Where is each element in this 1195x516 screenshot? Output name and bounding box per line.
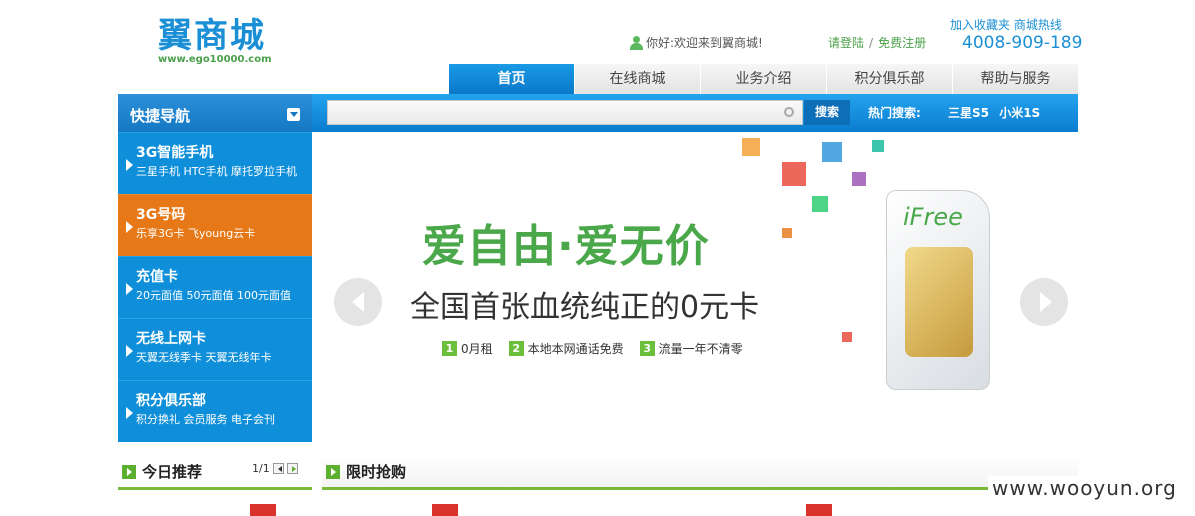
sim-card-image: iFree — [886, 190, 990, 390]
sidebar-item-sub: 积分换礼 会员服务 电子会刊 — [136, 413, 275, 426]
banner-features: 1 0月租 2 本地本网通话免费 3 流量一年不清零 — [442, 340, 743, 357]
logo-url: www.ego10000.com — [158, 54, 272, 65]
pager-prev-button[interactable] — [272, 463, 284, 474]
decor-cube — [852, 172, 866, 186]
sidebar-item-title: 3G号码 — [136, 207, 186, 223]
register-link[interactable]: 免费注册 — [878, 36, 926, 50]
decor-cube — [782, 162, 806, 186]
sidebar-item-points-club[interactable]: 积分俱乐部 积分换礼 会员服务 电子会刊 — [118, 380, 312, 442]
welcome-message: 你好:欢迎来到翼商城! — [630, 34, 763, 51]
feature-item: 1 0月租 — [442, 340, 493, 357]
feature-item: 2 本地本网通话免费 — [508, 340, 624, 357]
hotline-label: 商城热线 — [1013, 18, 1062, 32]
banner-subslogan: 全国首张血统纯正的0元卡 — [410, 290, 760, 325]
sidebar-item-sub: 三星手机 HTC手机 摩托罗拉手机 — [136, 165, 298, 178]
decor-cube — [872, 140, 884, 152]
sidebar-item-sub: 乐享3G卡 飞young云卡 — [136, 227, 256, 240]
watermark: www.wooyun.org — [988, 476, 1181, 500]
auth-separator: / — [869, 36, 874, 50]
sidebar-item-title: 3G智能手机 — [136, 145, 214, 161]
flash-sale-header: 限时抢购 — [322, 456, 1078, 490]
feature-number: 3 — [639, 341, 655, 356]
main-nav: 首页 在线商城 业务介绍 积分俱乐部 帮助与服务 — [448, 64, 1078, 94]
promo-banner[interactable]: 爱自由·爱无价 全国首张血统纯正的0元卡 1 0月租 2 本地本网通话免费 3 流量一… — [312, 132, 1078, 454]
feature-number: 2 — [508, 341, 524, 356]
hot-search-links: 三星S5 小米1S — [948, 104, 1046, 121]
hot-search-label: 热门搜索: — [868, 106, 921, 120]
pager-text: 1/1 — [252, 462, 270, 475]
decor-cube — [822, 142, 842, 162]
tab-help[interactable]: 帮助与服务 — [952, 64, 1078, 94]
search-icon — [784, 107, 794, 117]
page: 翼商城 www.ego10000.com 你好:欢迎来到翼商城! 请登陆 / 免费注… — [0, 0, 1195, 516]
pager: 1/1 — [252, 462, 298, 475]
tab-points-club[interactable]: 积分俱乐部 — [826, 64, 952, 94]
sim-brand: iFree — [903, 203, 963, 231]
tab-business[interactable]: 业务介绍 — [700, 64, 826, 94]
sidebar-item-3g-number[interactable]: 3G号码 乐享3G卡 飞young云卡 — [118, 194, 312, 256]
section-title: 限时抢购 — [346, 463, 407, 481]
sidebar-item-sub: 天翼无线季卡 天翼无线年卡 — [136, 351, 272, 364]
auth-links: 请登陆 / 免费注册 — [828, 34, 926, 51]
arrow-right-icon — [122, 464, 136, 479]
hot-search-item[interactable]: 小米1S — [999, 106, 1040, 120]
feature-text: 流量一年不清零 — [658, 342, 743, 356]
carousel-next-arrow[interactable] — [1020, 278, 1068, 326]
login-link[interactable]: 请登陆 — [828, 36, 864, 50]
tab-online-mall[interactable]: 在线商城 — [574, 64, 700, 94]
hot-search-item[interactable]: 三星S5 — [948, 106, 989, 120]
feature-text: 0月租 — [461, 342, 493, 356]
quicknav-title-text: 快捷导航 — [130, 107, 191, 125]
decor-cube — [742, 138, 760, 156]
welcome-text: 你好:欢迎来到翼商城! — [646, 36, 763, 50]
hotline-number: 4008-909-189 — [962, 33, 1083, 53]
sidebar-item-title: 无线上网卡 — [136, 331, 206, 347]
quicknav-title[interactable]: 快捷导航 — [118, 94, 312, 132]
sidebar-item-recharge[interactable]: 充值卡 20元面值 50元面值 100元面值 — [118, 256, 312, 318]
user-icon — [630, 35, 643, 50]
section-title: 今日推荐 — [142, 463, 203, 481]
search-button[interactable]: 搜索 — [804, 100, 850, 125]
logo-name: 翼商城 — [158, 16, 266, 56]
product-tag — [806, 504, 832, 516]
sidebar-item-title: 积分俱乐部 — [136, 393, 206, 409]
arrow-right-icon — [126, 159, 139, 171]
feature-number: 1 — [442, 341, 457, 356]
sidebar-item-wireless-card[interactable]: 无线上网卡 天翼无线季卡 天翼无线年卡 — [118, 318, 312, 380]
decor-cube — [782, 228, 792, 238]
feature-item: 3 流量一年不清零 — [639, 340, 743, 357]
quicknav-sidebar: 3G智能手机 三星手机 HTC手机 摩托罗拉手机 3G号码 乐享3G卡 飞you… — [118, 132, 312, 442]
arrow-right-icon — [126, 283, 139, 295]
sidebar-item-title: 充值卡 — [136, 269, 178, 285]
decor-cube — [812, 196, 828, 212]
sidebar-item-3g-phones[interactable]: 3G智能手机 三星手机 HTC手机 摩托罗拉手机 — [118, 132, 312, 194]
sim-chip-icon — [905, 247, 973, 357]
bookmark-link[interactable]: 加入收藏夹 — [950, 18, 1010, 32]
search-input[interactable] — [327, 100, 803, 125]
decor-cube — [842, 332, 852, 342]
product-tag — [432, 504, 458, 516]
arrow-right-icon — [126, 221, 139, 233]
sidebar-item-sub: 20元面值 50元面值 100元面值 — [136, 289, 291, 302]
pager-next-button[interactable] — [286, 463, 298, 474]
chevron-down-icon[interactable] — [287, 108, 300, 121]
site-logo[interactable]: 翼商城 www.ego10000.com — [158, 16, 272, 65]
carousel-prev-arrow[interactable] — [334, 278, 382, 326]
tab-home[interactable]: 首页 — [448, 64, 574, 94]
feature-text: 本地本网通话免费 — [527, 342, 624, 356]
arrow-right-icon — [326, 464, 340, 479]
arrow-right-icon — [126, 407, 139, 419]
banner-slogan: 爱自由·爱无价 — [422, 221, 710, 272]
product-tag — [250, 504, 276, 516]
arrow-right-icon — [126, 345, 139, 357]
top-links: 加入收藏夹 商城热线 — [950, 16, 1062, 33]
